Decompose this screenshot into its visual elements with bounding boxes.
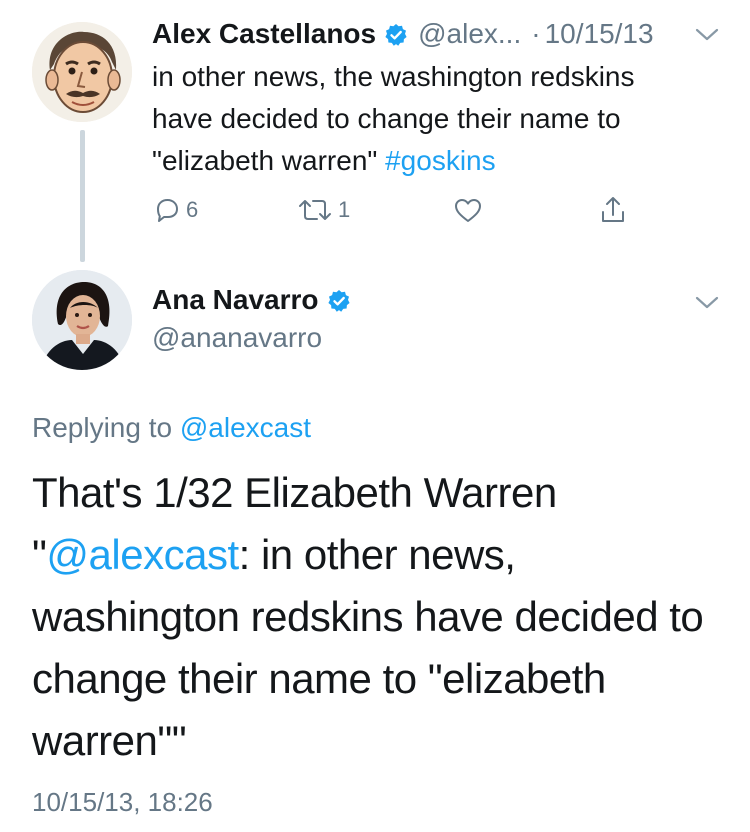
reply-tweet-text: That's 1/32 Elizabeth Warren "@alexcast:…: [32, 462, 722, 772]
author-handle[interactable]: @ananavarro: [152, 318, 322, 358]
original-tweet-text: in other news, the washington redskins h…: [152, 56, 722, 182]
alex-castellanos-avatar[interactable]: [32, 22, 132, 122]
share-icon: [598, 194, 628, 226]
reply-icon: [152, 195, 182, 225]
like-heart-icon: [452, 195, 484, 225]
tweet-text-line: warren"": [32, 717, 187, 764]
author-name[interactable]: Alex Castellanos: [152, 18, 376, 50]
verified-badge-icon: [327, 288, 351, 312]
tweet-action-bar: 6 1: [152, 190, 652, 230]
tweet-text-fragment: : in other news,: [238, 531, 516, 578]
tweet-text-line: change their name to "elizabeth: [32, 655, 606, 702]
tweet-date[interactable]: 10/15/13: [545, 18, 654, 50]
tweet-text-line: That's 1/32 Elizabeth Warren: [32, 469, 557, 516]
replying-to-mention[interactable]: @alexcast: [180, 412, 311, 443]
separator-dot: ·: [531, 18, 541, 49]
verified-badge-icon: [384, 22, 408, 46]
mention-link[interactable]: @alexcast: [46, 531, 239, 578]
tweet-text-line: in other news, the washington redskins: [152, 61, 635, 92]
original-tweet-header: Alex Castellanos @alex... · 10/15/13: [152, 14, 654, 54]
reply-tweet-header: Ana Navarro: [152, 280, 361, 320]
tweet-text-line: "@alexcast: in other news,: [32, 524, 722, 586]
tweet-text-line: have decided to change their name to: [152, 103, 621, 134]
ana-navarro-avatar[interactable]: [32, 270, 132, 370]
tweet-timestamp[interactable]: 10/15/13, 18:26: [32, 782, 213, 822]
tweet-text-fragment: "elizabeth warren": [152, 145, 378, 176]
share-button[interactable]: [598, 190, 628, 230]
reply-count: 6: [186, 197, 199, 222]
thread-connector-line: [80, 130, 85, 262]
author-name[interactable]: Ana Navarro: [152, 284, 319, 316]
retweet-count: 1: [338, 197, 351, 222]
tweet-text-line: "elizabeth warren" #goskins: [152, 140, 722, 182]
quote-mark: ": [32, 531, 47, 578]
replying-to-line: Replying to @alexcast: [32, 408, 311, 448]
reply-button[interactable]: 6: [152, 190, 198, 230]
author-handle[interactable]: @alex...: [418, 18, 521, 50]
retweet-button[interactable]: 1: [296, 190, 350, 230]
hashtag-link[interactable]: #goskins: [385, 145, 496, 176]
retweet-icon: [296, 195, 334, 225]
chevron-down-icon[interactable]: [694, 24, 720, 44]
chevron-down-icon[interactable]: [694, 292, 720, 312]
tweet-text-line: washington redskins have decided to: [32, 593, 704, 640]
like-button[interactable]: [452, 190, 484, 230]
replying-to-label: Replying to: [32, 412, 180, 443]
